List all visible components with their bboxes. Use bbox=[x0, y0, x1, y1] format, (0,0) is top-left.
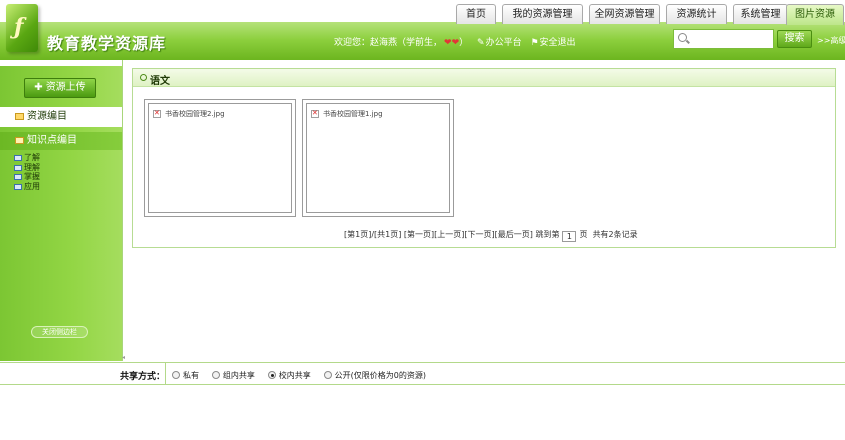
pager-last[interactable]: [最后一页] bbox=[495, 230, 533, 239]
pager-current: [第1页] bbox=[344, 230, 372, 239]
share-label: 共享方式： bbox=[120, 372, 166, 382]
tree-item-label: 掌握 bbox=[24, 172, 40, 181]
tab-image-resources[interactable]: 图片资源 bbox=[786, 4, 844, 25]
user-role-close: ） bbox=[459, 38, 469, 48]
page-number-input[interactable]: 1 bbox=[562, 231, 577, 242]
pager-prev[interactable]: [上一页] bbox=[434, 230, 464, 239]
node-icon bbox=[14, 164, 22, 171]
pager-first[interactable]: [第一页] bbox=[404, 230, 434, 239]
logout-label: 安全退出 bbox=[539, 38, 576, 48]
card-label: 书香校园管理2.jpg bbox=[165, 110, 225, 118]
pager-page-suffix: 页 bbox=[579, 230, 588, 239]
logo: ƒ bbox=[6, 4, 38, 52]
radio-label: 组内共享 bbox=[222, 371, 255, 380]
tab-resource-stats[interactable]: 资源统计 bbox=[666, 4, 727, 24]
sidebar-item-label: 资源编目 bbox=[27, 111, 67, 122]
tree-item-master[interactable]: 掌握 bbox=[14, 172, 40, 182]
header: ƒ 教育教学资源库 首页 我的资源管理 全网资源管理 资源统计 系统管理 图片资… bbox=[0, 0, 845, 60]
radio-checked-icon bbox=[267, 371, 276, 379]
logout-icon: ⚑ bbox=[530, 38, 539, 48]
node-icon bbox=[14, 183, 22, 190]
sidebar-item-label: 知识点编目 bbox=[27, 135, 77, 146]
folder-icon bbox=[15, 113, 24, 120]
folder-open-icon bbox=[15, 137, 24, 144]
user-name: 赵海燕 bbox=[370, 38, 398, 48]
site-title: 教育教学资源库 bbox=[47, 34, 167, 53]
radio-label: 校内共享 bbox=[278, 371, 311, 380]
logo-glyph: ƒ bbox=[14, 14, 24, 40]
share-bar: 共享方式： 私有 组内共享 校内共享 公开(仅限价格为0的资源) bbox=[0, 362, 845, 385]
broken-image-icon bbox=[153, 109, 161, 118]
search-button[interactable]: 搜索 bbox=[777, 30, 812, 48]
logout-link[interactable]: ⚑安全退出 bbox=[530, 38, 575, 48]
scroll-arrow-icon[interactable]: ◂ bbox=[122, 354, 132, 361]
search-input[interactable] bbox=[673, 29, 774, 49]
knowledge-tree: 了解 理解 掌握 应用 bbox=[14, 153, 40, 191]
record-count: 共有2条记录 bbox=[592, 230, 638, 239]
pager-jump-label: 跳到第 bbox=[535, 230, 560, 239]
tree-item-label: 了解 bbox=[24, 153, 40, 162]
search-icon bbox=[678, 33, 687, 42]
tab-network-resources[interactable]: 全网资源管理 bbox=[589, 4, 660, 24]
office-label: 办公平台 bbox=[485, 38, 522, 48]
radio-icon bbox=[172, 371, 180, 379]
card-label: 书香校园管理1.jpg bbox=[323, 110, 383, 118]
panel-title: 语文 bbox=[150, 76, 170, 87]
node-icon bbox=[14, 155, 22, 161]
radio-label: 公开(仅限价格为0的资源) bbox=[334, 371, 426, 380]
upload-label: 资源上传 bbox=[45, 82, 86, 93]
pagination: [第1页]/[共1页] [第一页][上一页][下一页][最后一页] 跳到第 1 页 … bbox=[344, 229, 638, 242]
share-option-group[interactable]: 组内共享 bbox=[211, 370, 255, 381]
tree-item-apply[interactable]: 应用 bbox=[14, 182, 40, 192]
tree-item-understand[interactable]: 了解 bbox=[14, 153, 40, 163]
bullet-icon bbox=[140, 74, 147, 81]
node-icon bbox=[14, 174, 22, 180]
radio-icon bbox=[323, 371, 332, 379]
hearts-icon: ❤❤ bbox=[444, 38, 460, 48]
share-option-private[interactable]: 私有 bbox=[172, 370, 199, 381]
tab-home[interactable]: 首页 bbox=[456, 4, 496, 24]
share-option-public[interactable]: 公开(仅限价格为0的资源) bbox=[323, 370, 426, 381]
user-role: （学前生， bbox=[397, 38, 443, 48]
sidebar-item-knowledge-edit[interactable]: 知识点编目 bbox=[0, 132, 122, 150]
tab-system-admin[interactable]: 系统管理 bbox=[733, 4, 788, 24]
broken-image-icon bbox=[311, 109, 319, 118]
sidebar-item-resource-edit[interactable]: 资源编目 bbox=[0, 107, 122, 127]
office-link[interactable]: ✎办公平台 bbox=[477, 38, 522, 48]
advanced-search-link[interactable]: >>高级 bbox=[817, 35, 845, 46]
upload-button[interactable]: ✚ 资源上传 bbox=[24, 78, 96, 98]
welcome-prefix: 欢迎您： bbox=[334, 38, 371, 48]
resource-card[interactable]: 书香校园管理2.jpg bbox=[144, 99, 296, 217]
radio-icon bbox=[211, 371, 220, 379]
tree-item-label: 理解 bbox=[24, 162, 40, 172]
welcome-bar: 欢迎您：赵海燕（学前生， ❤❤） ✎办公平台 ⚑安全退出 bbox=[334, 35, 576, 48]
pager-total: /[共1页] bbox=[371, 230, 402, 239]
tab-my-resources[interactable]: 我的资源管理 bbox=[502, 4, 583, 24]
sidebar: ✚ 资源上传 资源编目 知识点编目 了解 理解 掌握 应用 关闭侧边栏 bbox=[0, 60, 122, 361]
radio-label: 私有 bbox=[183, 371, 199, 380]
pager-next[interactable]: [下一页] bbox=[464, 230, 494, 239]
resource-panel: 语文 书香校园管理2.jpg 书香校园管理1.jpg [第1页]/[共1页] [… bbox=[132, 68, 836, 248]
plus-icon: ✚ bbox=[34, 82, 43, 93]
share-option-school[interactable]: 校内共享 bbox=[267, 370, 311, 381]
edit-icon: ✎ bbox=[477, 38, 485, 48]
tree-item-label: 应用 bbox=[24, 181, 40, 191]
resource-card[interactable]: 书香校园管理1.jpg bbox=[302, 99, 454, 217]
tree-item-comprehend[interactable]: 理解 bbox=[14, 163, 40, 173]
collapse-sidebar-button[interactable]: 关闭侧边栏 bbox=[31, 326, 88, 338]
share-options: 私有 组内共享 校内共享 公开(仅限价格为0的资源) bbox=[172, 370, 436, 381]
panel-header: 语文 bbox=[133, 69, 835, 87]
